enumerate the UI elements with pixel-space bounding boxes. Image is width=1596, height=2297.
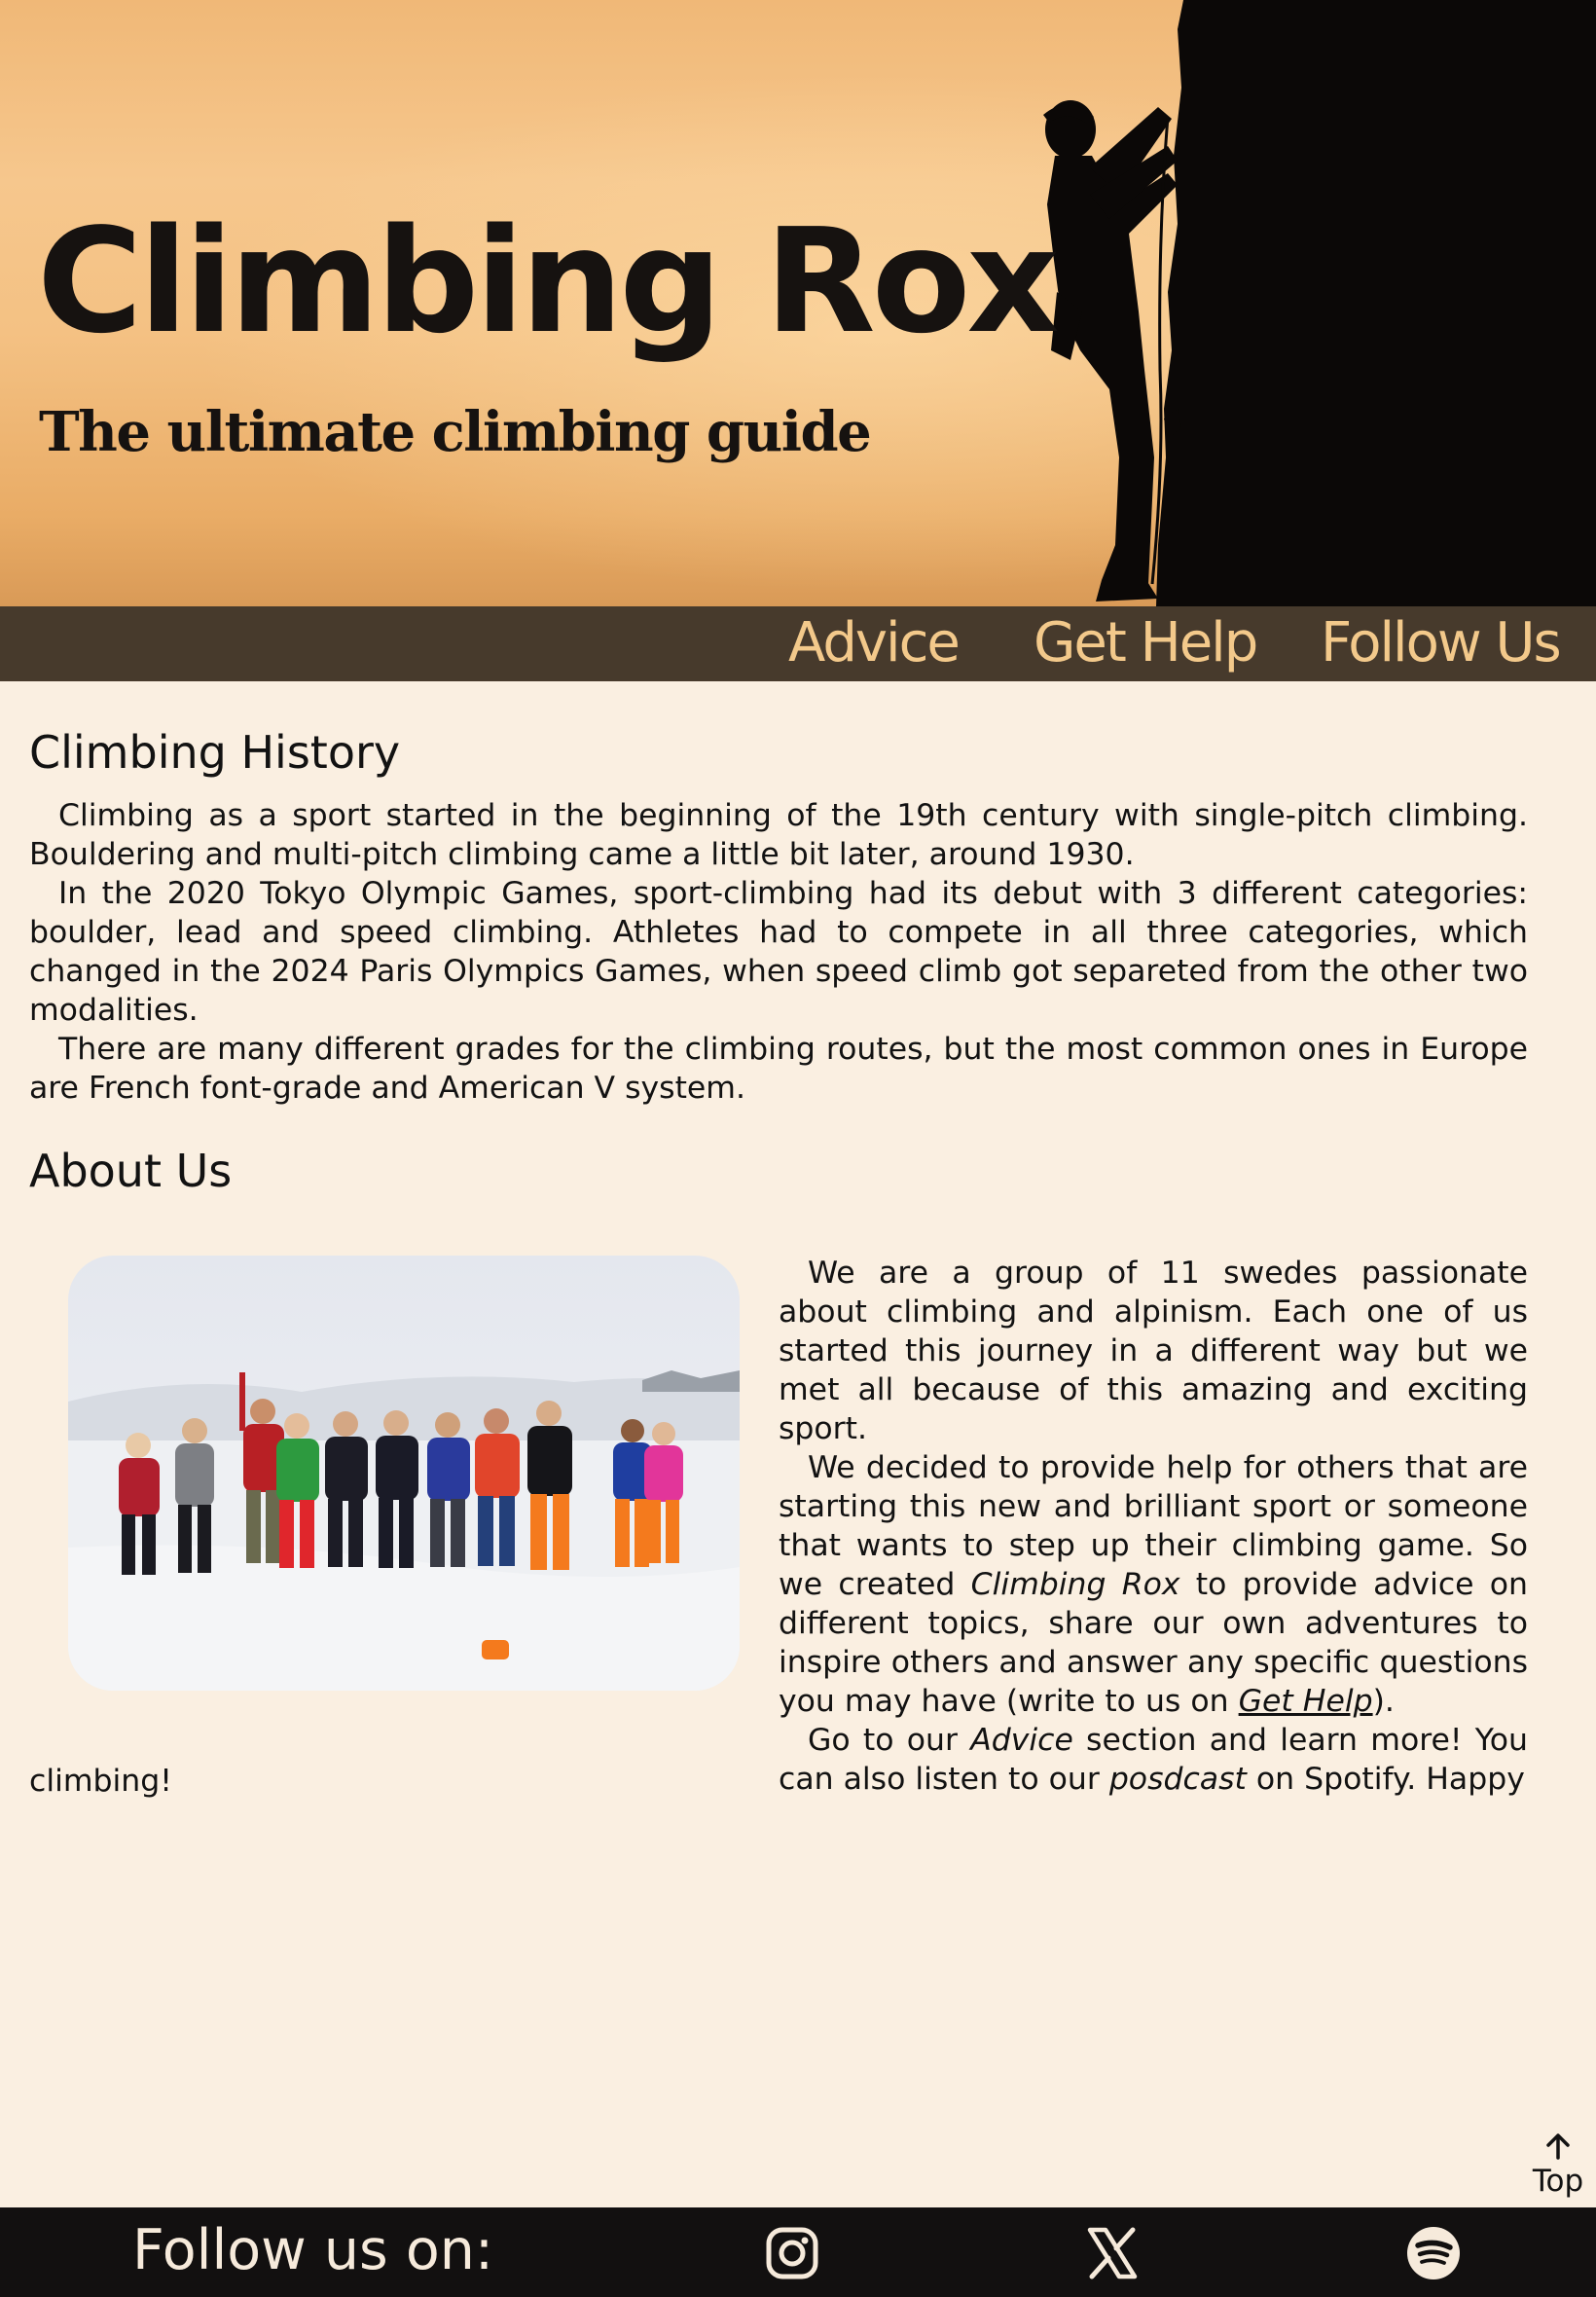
site-name-emphasis: Climbing Rox	[970, 1567, 1180, 1602]
site-title: Climbing Rox	[37, 198, 1060, 365]
arrow-up-icon	[1546, 2133, 1570, 2160]
spotify-icon	[1407, 2227, 1460, 2279]
get-help-inline-link[interactable]: Get Help	[1239, 1684, 1373, 1719]
about-heading: About Us	[29, 1145, 233, 1197]
nav-get-help-link[interactable]: Get Help	[1034, 611, 1258, 675]
x-icon	[1087, 2227, 1138, 2279]
about-paragraph-3: Go to our Advice section and learn more!…	[779, 1721, 1528, 1799]
about-text-span: ).	[1372, 1684, 1395, 1719]
site-subtitle: The ultimate climbing guide	[39, 400, 872, 464]
footer-follow-label: Follow us on:	[132, 2218, 494, 2282]
history-heading: Climbing History	[29, 726, 401, 779]
history-paragraph: In the 2020 Tokyo Olympic Games, sport-c…	[29, 876, 1528, 1028]
podcast-emphasis: posdcast	[1108, 1762, 1247, 1797]
history-paragraph: There are many different grades for the …	[29, 1032, 1528, 1106]
back-to-top-button[interactable]: Top	[1528, 2132, 1588, 2200]
footer: Follow us on:	[0, 2207, 1596, 2297]
team-group-photo	[68, 1256, 740, 1691]
instagram-link[interactable]	[764, 2225, 820, 2281]
team-photo	[68, 1256, 740, 1691]
nav-follow-us-link[interactable]: Follow Us	[1321, 611, 1562, 675]
history-text: Climbing as a sport started in the begin…	[29, 796, 1528, 1108]
nav-advice-link[interactable]: Advice	[788, 611, 961, 675]
about-text: We are a group of 11 swedes passionate a…	[779, 1254, 1528, 1799]
back-to-top-label: Top	[1532, 2164, 1584, 2199]
x-link[interactable]	[1084, 2225, 1141, 2281]
about-text-span: Go to our	[808, 1723, 971, 1758]
about-paragraph-1: We are a group of 11 swedes passionate a…	[779, 1256, 1528, 1446]
history-paragraph: Climbing as a sport started in the begin…	[29, 798, 1528, 872]
about-closing-text: climbing!	[29, 1764, 172, 1799]
advice-emphasis: Advice	[970, 1723, 1073, 1758]
about-paragraph-2: We decided to provide help for others th…	[779, 1448, 1528, 1721]
rock-wall	[1156, 0, 1596, 606]
instagram-icon	[766, 2227, 818, 2279]
hero-banner: Climbing Rox The ultimate climbing guide	[0, 0, 1596, 606]
about-text-span: on Spotify. Happy	[1246, 1762, 1525, 1797]
main-nav: Advice Get Help Follow Us	[0, 606, 1596, 681]
spotify-link[interactable]	[1405, 2225, 1462, 2281]
